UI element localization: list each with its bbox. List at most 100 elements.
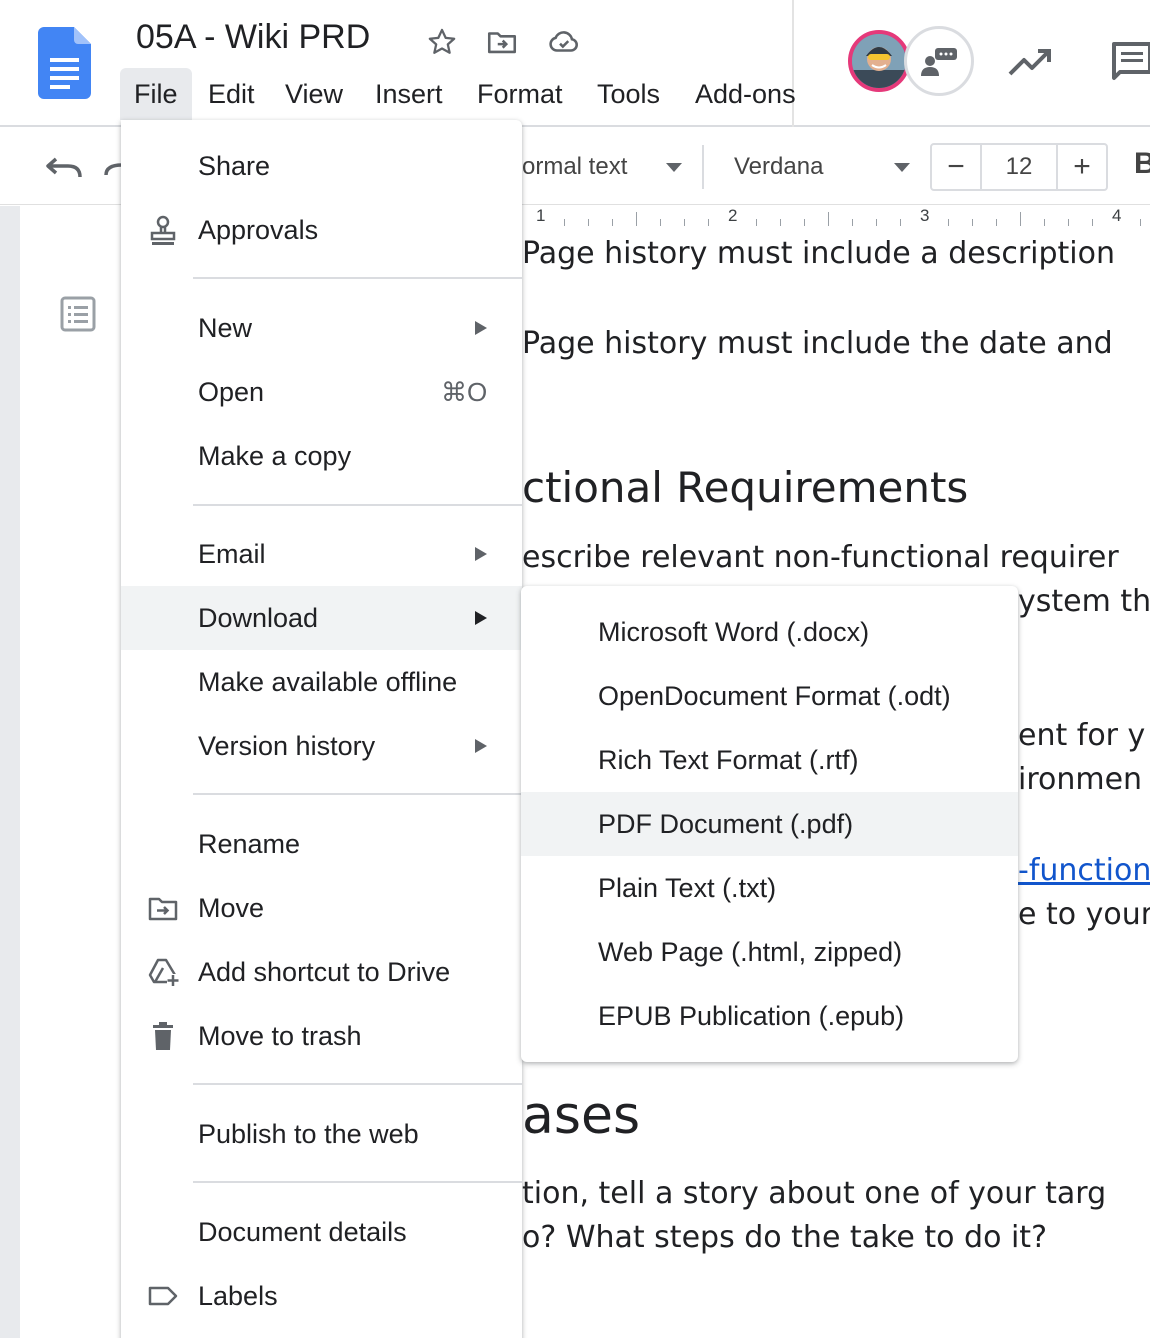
menu-item-label: Approvals: [198, 215, 319, 245]
menu-item-make-available-offline[interactable]: Make available offline: [121, 650, 522, 714]
ruler-tick: [876, 219, 877, 226]
download-html-zipped[interactable]: Web Page (.html, zipped): [521, 920, 1018, 984]
menu-item-label: Rich Text Format (.rtf): [598, 745, 859, 775]
ruler-tick: [996, 219, 997, 226]
menu-divider: [193, 1083, 522, 1085]
ruler-tick: [660, 219, 661, 226]
menu-item-move-to-trash[interactable]: Move to trash: [121, 1004, 522, 1068]
ruler-tick: [804, 219, 805, 226]
undo-icon[interactable]: [44, 151, 84, 183]
ruler-tick: [684, 219, 685, 226]
document-title[interactable]: 05A - Wiki PRD: [136, 18, 370, 57]
menu-item-document-details[interactable]: Document details: [121, 1200, 522, 1264]
menu-item-add-shortcut-to-drive[interactable]: Add shortcut to Drive: [121, 940, 522, 1004]
menu-item-move[interactable]: Move: [121, 876, 522, 940]
ruler-tick: [636, 212, 637, 226]
bold-button[interactable]: B: [1134, 147, 1150, 181]
menu-item-label: EPUB Publication (.epub): [598, 1001, 905, 1031]
font-family-value: Verdana: [734, 153, 824, 180]
font-size-input[interactable]: 12: [980, 145, 1058, 189]
menu-tools[interactable]: Tools: [583, 68, 674, 120]
menu-item-version-history[interactable]: Version history: [121, 714, 522, 778]
document-text-line: Page history must include the date and: [522, 326, 1113, 361]
download-submenu: Microsoft Word (.docx) OpenDocument Form…: [521, 586, 1018, 1062]
cloud-saved-icon[interactable]: [546, 24, 582, 60]
document-text-line: Page history must include a description: [522, 236, 1115, 271]
user-avatar[interactable]: [848, 30, 910, 92]
section-heading: ctional Requirements: [522, 463, 969, 512]
star-icon[interactable]: [424, 24, 460, 60]
ruler-tick: [780, 219, 781, 226]
menu-item-share[interactable]: Share: [121, 134, 522, 198]
add-drive-shortcut-icon: [148, 958, 179, 986]
section-heading: ases: [522, 1086, 641, 1146]
move-to-folder-icon[interactable]: [484, 24, 520, 60]
submenu-arrow-icon: [475, 611, 487, 625]
menu-item-labels[interactable]: Labels: [121, 1264, 522, 1328]
document-text-line: ironmen: [1018, 762, 1143, 797]
decrease-font-size-button[interactable]: −: [932, 145, 980, 189]
menu-divider: [193, 277, 522, 279]
menu-view[interactable]: View: [271, 68, 357, 120]
ruler-tick: [1140, 219, 1141, 226]
menu-item-label: Rename: [198, 829, 301, 859]
menu-item-label: Move: [198, 893, 265, 923]
menu-item-new[interactable]: New: [121, 296, 522, 360]
menu-item-approvals[interactable]: Approvals: [121, 198, 522, 262]
menu-insert[interactable]: Insert: [361, 68, 457, 120]
menu-item-label: Email: [198, 539, 266, 569]
ruler-number: 2: [728, 206, 738, 225]
document-outline-icon[interactable]: [60, 296, 96, 332]
ruler-tick: [972, 219, 973, 226]
menu-item-label: Labels: [198, 1281, 278, 1311]
menu-format[interactable]: Format: [463, 68, 577, 120]
menu-divider: [193, 793, 522, 795]
menu-item-publish-to-the-web[interactable]: Publish to the web: [121, 1102, 522, 1166]
horizontal-ruler[interactable]: 1 2 3 4: [522, 206, 1150, 230]
menu-edit[interactable]: Edit: [194, 68, 269, 120]
ruler-tick: [900, 219, 901, 226]
comment-icon[interactable]: [1110, 40, 1150, 82]
ruler-tick: [1044, 219, 1045, 226]
menu-item-label: Web Page (.html, zipped): [598, 937, 903, 967]
download-odt[interactable]: OpenDocument Format (.odt): [521, 664, 1018, 728]
menu-item-open[interactable]: Open ⌘O: [121, 360, 522, 424]
google-docs-logo-icon[interactable]: [38, 27, 91, 99]
font-family-select[interactable]: Verdana: [734, 129, 914, 205]
menu-item-rename[interactable]: Rename: [121, 812, 522, 876]
menu-item-label: OpenDocument Format (.odt): [598, 681, 951, 711]
ruler-tick: [1020, 212, 1021, 226]
menu-item-label: Publish to the web: [198, 1119, 419, 1149]
download-docx[interactable]: Microsoft Word (.docx): [521, 600, 1018, 664]
menu-item-label: Add shortcut to Drive: [198, 957, 451, 987]
ruler-tick: [756, 219, 757, 226]
menu-item-label: Document details: [198, 1217, 407, 1247]
menu-item-download[interactable]: Download: [121, 586, 522, 650]
menu-item-make-a-copy[interactable]: Make a copy: [121, 424, 522, 488]
activity-trend-icon[interactable]: [1006, 42, 1054, 82]
download-pdf[interactable]: PDF Document (.pdf): [521, 792, 1018, 856]
menu-item-label: Microsoft Word (.docx): [598, 617, 870, 647]
menu-add-ons[interactable]: Add-ons: [681, 68, 796, 120]
increase-font-size-button[interactable]: +: [1058, 145, 1106, 189]
download-rtf[interactable]: Rich Text Format (.rtf): [521, 728, 1018, 792]
app-header: 05A - Wiki PRD File Edit View Insert For…: [0, 0, 1150, 127]
paragraph-style-value: ormal text: [522, 153, 628, 180]
download-txt[interactable]: Plain Text (.txt): [521, 856, 1018, 920]
document-text-line: o? What steps do the take to do it?: [522, 1220, 1047, 1255]
menu-item-label: Share: [198, 151, 271, 181]
trash-icon: [153, 1022, 173, 1050]
menu-item-label: Move to trash: [198, 1021, 362, 1051]
menu-file[interactable]: File: [120, 68, 192, 120]
document-link[interactable]: -function: [1018, 853, 1150, 888]
submenu-arrow-icon: [475, 321, 487, 335]
menu-divider: [193, 504, 522, 506]
menu-item-email[interactable]: Email: [121, 522, 522, 586]
ruler-tick: [708, 219, 709, 226]
chat-icon[interactable]: [904, 26, 974, 96]
ruler-number: 3: [920, 206, 930, 225]
download-epub[interactable]: EPUB Publication (.epub): [521, 984, 1018, 1048]
paragraph-style-select[interactable]: ormal text: [522, 129, 692, 205]
menu-item-label: New: [198, 313, 253, 343]
menu-item-label: Download: [198, 603, 319, 633]
